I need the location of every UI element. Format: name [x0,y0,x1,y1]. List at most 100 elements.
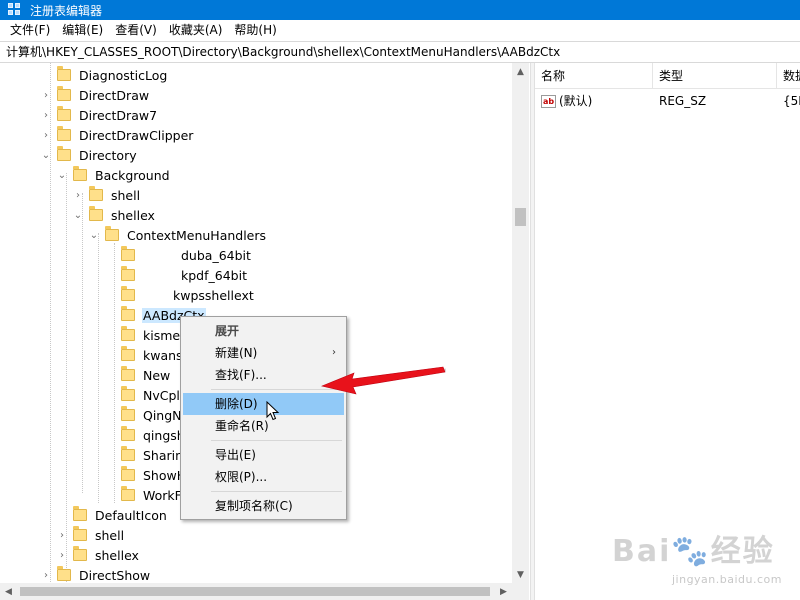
menu-favorites[interactable]: 收藏夹(A) [163,20,229,41]
tree-item-background[interactable]: ⌄ Background [56,165,171,185]
tree-item-nvcpld[interactable]: NvCplD [104,385,191,405]
tree-item-sharing[interactable]: Sharing [104,445,192,465]
chevron-right-icon[interactable]: › [56,549,68,561]
folder-icon [121,406,135,421]
tree-item-defaulticon[interactable]: DefaultIcon [56,505,168,525]
scrollbar-thumb[interactable] [20,587,490,596]
expander-icon [104,369,116,381]
column-header-data[interactable]: 数据 [777,63,800,89]
menu-view[interactable]: 查看(V) [109,20,163,41]
chevron-right-icon[interactable]: › [40,129,52,141]
column-header-name[interactable]: 名称 [535,63,653,89]
tree-item-directshow[interactable]: › DirectShow [40,565,151,585]
chevron-right-icon[interactable]: › [40,569,52,581]
expander-icon [104,429,116,441]
chevron-right-icon[interactable]: › [56,529,68,541]
tree-item-shell-2[interactable]: › shell [56,525,125,545]
menu-item-copy-key-name[interactable]: 复制项名称(C) [183,495,344,517]
chevron-down-icon[interactable]: ⌄ [40,149,52,161]
list-item[interactable]: ab(默认) REG_SZ {5B [535,91,800,111]
tree-item-label: kpdf_64bit [181,267,247,283]
tree-item-kpdf-64bit[interactable]: kpdf_64bit [104,265,248,285]
tree-item-qingsh[interactable]: qingsh [104,425,186,445]
tree-item-label: kwpsshellext [173,287,254,303]
tree-vertical-scrollbar[interactable]: ▲ ▼ [512,63,529,583]
tree-item-label: Directory [79,147,137,163]
folder-icon [121,306,135,321]
tree-item-duba-64bit[interactable]: duba_64bit [104,245,252,265]
folder-icon [121,326,135,341]
folder-icon [73,166,87,181]
scrollbar-thumb[interactable] [515,208,526,226]
menu-item-find[interactable]: 查找(F)... [183,364,344,386]
chevron-right-icon[interactable]: › [40,89,52,101]
menu-edit[interactable]: 编辑(E) [56,20,109,41]
tree-item-label: WorkF [143,487,182,503]
expander-icon [104,309,116,321]
title-bar: 注册表编辑器 [0,0,800,20]
menu-bar: 文件(F) 编辑(E) 查看(V) 收藏夹(A) 帮助(H) [0,20,800,41]
value-name: (默认) [559,94,593,108]
chevron-down-icon[interactable]: ⌄ [72,209,84,221]
tree-item-shellex-2[interactable]: › shellex [56,545,140,565]
string-value-icon: ab [541,95,556,108]
tree-item-label: shell [111,187,141,203]
address-bar[interactable]: 计算机\HKEY_CLASSES_ROOT\Directory\Backgrou… [0,41,800,63]
expander-icon [104,269,116,281]
expander-icon [56,509,68,521]
menu-item-new[interactable]: 新建(N) › [183,342,344,364]
tree-item-kismen[interactable]: kismen [104,325,189,345]
folder-icon [105,226,119,241]
scroll-left-icon[interactable]: ◀ [0,583,17,600]
menu-help[interactable]: 帮助(H) [228,20,282,41]
expander-icon [104,329,116,341]
chevron-right-icon[interactable]: › [72,189,84,201]
tree-item-workf[interactable]: WorkF [104,485,183,505]
chevron-down-icon[interactable]: ⌄ [88,229,100,241]
tree-item-label: DirectShow [79,567,151,583]
tree-item-kwpsshellext[interactable]: kwpsshellext [104,285,255,305]
folder-icon [89,186,103,201]
tree-item-new[interactable]: New [104,365,171,385]
tree-horizontal-scrollbar[interactable]: ◀ ▶ [0,583,529,600]
tree-item-label: DirectDraw [79,87,150,103]
chevron-down-icon[interactable]: ⌄ [56,169,68,181]
tree-item-qingn[interactable]: QingN [104,405,183,425]
expander-icon [104,289,116,301]
expander-icon [104,249,116,261]
tree-item-shellex[interactable]: ⌄ shellex [72,205,156,225]
menu-item-rename[interactable]: 重命名(R) [183,415,344,437]
menu-file[interactable]: 文件(F) [4,20,56,41]
watermark-logo: Bai🐾经验 [612,534,775,569]
tree-item-shell[interactable]: › shell [72,185,141,205]
chevron-right-icon[interactable]: › [40,109,52,121]
scroll-up-icon[interactable]: ▲ [512,63,529,80]
menu-item-export[interactable]: 导出(E) [183,444,344,466]
tree-item-directdraw[interactable]: › DirectDraw [40,85,150,105]
menu-item-expand[interactable]: 展开 [183,320,344,342]
list-header: 名称 类型 数据 [535,63,800,89]
tree-item-showh[interactable]: ShowH [104,465,187,485]
menu-separator [211,440,342,441]
folder-icon [57,66,71,81]
tree-item-label: DefaultIcon [95,507,167,523]
menu-item-permissions[interactable]: 权限(P)... [183,466,344,488]
tree-guide-line [82,193,83,493]
tree-item-directdraw7[interactable]: › DirectDraw7 [40,105,158,125]
tree-item-label: DirectDraw7 [79,107,158,123]
menu-item-delete[interactable]: 删除(D) [183,393,344,415]
tree-item-diagnosticlog[interactable]: DiagnosticLog [40,65,168,85]
window-title: 注册表编辑器 [30,3,103,18]
value-name-cell: ab (默认) [541,91,592,111]
folder-icon [73,506,87,521]
scroll-right-icon[interactable]: ▶ [495,583,512,600]
folder-icon [73,526,87,541]
scroll-down-icon[interactable]: ▼ [512,566,529,583]
tree-item-kwansv[interactable]: kwansv [104,345,191,365]
tree-item-directdrawclipper[interactable]: › DirectDrawClipper [40,125,194,145]
baidu-jingyan-watermark: Bai🐾经验 jingyan.baidu.com [612,518,788,586]
tree-item-contextmenuhandlers[interactable]: ⌄ ContextMenuHandlers [88,225,267,245]
column-header-type[interactable]: 类型 [653,63,777,89]
expander-icon[interactable] [40,69,52,81]
tree-item-directory[interactable]: ⌄ Directory [40,145,138,165]
